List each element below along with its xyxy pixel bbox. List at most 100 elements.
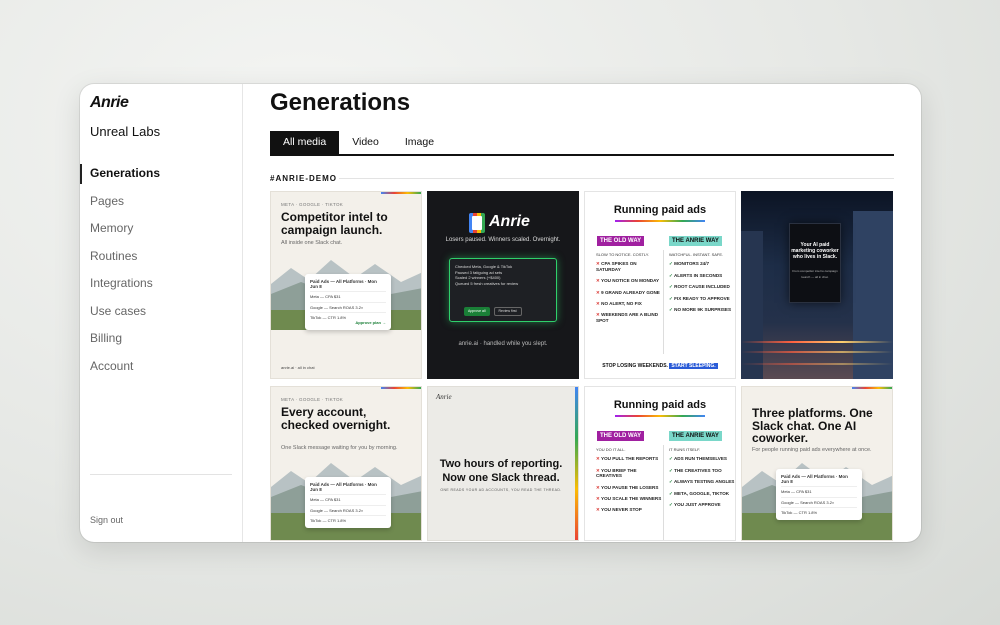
generation-card[interactable]: Running paid ads THE OLD WAY THE ANRIE W… <box>584 386 736 541</box>
list-item: ADS RUN THEMSELVES <box>669 456 735 461</box>
tab-all-media[interactable]: All media <box>270 131 340 154</box>
slack-line: Queued 5 fresh creatives for review <box>455 280 519 286</box>
building-image <box>741 231 763 379</box>
card-tagline: Losers paused. Winners scaled. Overnight… <box>445 237 561 243</box>
media-tabs: All media Video Image <box>270 131 894 156</box>
anrie-way-list: IT RUNS ITSELF. ADS RUN THEMSELVES THE C… <box>669 447 735 513</box>
generation-card[interactable]: Three platforms. One Slack chat. One AI … <box>741 386 893 541</box>
building-image <box>853 211 893 379</box>
card-subtext: For people running paid ads everywhere a… <box>752 447 872 453</box>
slack-message-preview: Checked Meta, Google & TikTok Paused 3 f… <box>449 258 557 322</box>
slack-row: TikTok — CTR 1.8% <box>781 509 818 515</box>
list-item: FIX READY TO APPROVE <box>669 296 735 301</box>
slack-row: Google — Search ROAS 3.2× <box>781 499 835 505</box>
list-item: NO MORE 9K SURPRISES <box>669 307 735 312</box>
list-item: WEEKENDS ARE A BLIND SPOT <box>596 312 662 323</box>
slack-row: TikTok — CTR 1.8% <box>310 517 347 523</box>
org-name: Unreal Labs <box>90 124 161 139</box>
generation-card[interactable]: Your AI paid marketing coworker who live… <box>741 191 893 379</box>
card-subtext: One Slack message waiting for you by mor… <box>281 445 398 451</box>
list-item: YOU BRIEF THE CREATIVES <box>596 468 662 479</box>
old-way-list: SLOW TO NOTICE. COSTLY. CPA SPIKES ON SA… <box>596 252 662 329</box>
billboard-image: Your AI paid marketing coworker who live… <box>789 223 841 303</box>
brand-stripe <box>381 192 421 194</box>
generation-card[interactable]: META · GOOGLE · TIKTOK Competitor intel … <box>270 191 422 379</box>
card-headline: Three platforms. One Slack chat. One AI … <box>752 406 873 445</box>
tab-video[interactable]: Video <box>339 131 392 154</box>
anrie-way-badge: THE ANRIE WAY <box>669 431 722 441</box>
brand-stripe <box>381 387 421 389</box>
generation-card[interactable]: Running paid ads THE OLD WAY THE ANRIE W… <box>584 191 736 379</box>
sign-out-link[interactable]: Sign out <box>90 515 123 525</box>
app-window: Anrie Unreal Labs Generations Pages Memo… <box>80 84 921 542</box>
list-item: YOU NEVER STOP <box>596 507 662 512</box>
billboard-subtext: From competitor intel to campaign launch… <box>792 269 838 279</box>
list-item: YOU PULL THE REPORTS <box>596 456 662 461</box>
sidebar-nav: Generations Pages Memory Routines Integr… <box>80 160 243 380</box>
list-item: META, GOOGLE, TIKTOK <box>669 491 735 496</box>
approve-all-label: Approve all <box>464 306 490 316</box>
old-way-badge: THE OLD WAY <box>597 236 645 246</box>
page-title: Generations <box>270 89 411 116</box>
anrie-logo-icon <box>469 213 485 233</box>
tab-image[interactable]: Image <box>392 131 447 154</box>
app-logo[interactable]: Anrie <box>90 94 129 112</box>
gradient-bar <box>615 220 705 222</box>
list-item: YOU NOTICE ON MONDAY <box>596 278 662 283</box>
card-headline: Every account, checked overnight. <box>281 405 391 432</box>
slack-row: Meta — CPA $31 <box>310 294 341 300</box>
sidebar-item-account[interactable]: Account <box>80 353 243 381</box>
column-heading: WATCHFUL. INSTANT. SAFE. <box>669 252 724 257</box>
sidebar: Anrie Unreal Labs Generations Pages Memo… <box>80 84 243 542</box>
list-item: YOU JUST APPROVE <box>669 502 735 507</box>
brand-stripe <box>852 387 892 389</box>
slack-row: Google — Search ROAS 3.2× <box>310 507 364 513</box>
slack-message-preview: Paid Ads — All Platforms · Mon Jun 8 Met… <box>305 477 391 529</box>
light-streak <box>741 351 893 353</box>
sidebar-item-generations[interactable]: Generations <box>80 160 243 188</box>
slack-row: Google — Search ROAS 3.2× <box>310 304 364 310</box>
sidebar-item-use-cases[interactable]: Use cases <box>80 298 243 326</box>
slack-title: Paid Ads — All Platforms · Mon Jun 8 <box>310 482 377 493</box>
sidebar-item-billing[interactable]: Billing <box>80 325 243 353</box>
generation-card[interactable]: Anrie Two hours of reporting. Now one Sl… <box>427 386 579 541</box>
billboard-text: Your AI paid marketing coworker who live… <box>791 242 839 260</box>
list-item: THE CREATIVES TOO <box>669 468 735 473</box>
sidebar-item-integrations[interactable]: Integrations <box>80 270 243 298</box>
old-way-list: YOU DO IT ALL. YOU PULL THE REPORTS YOU … <box>596 447 662 519</box>
card-title: Running paid ads <box>613 399 707 411</box>
list-item: ALWAYS TESTING ANGLES <box>669 479 735 484</box>
card-subtext: All inside one Slack chat. <box>281 240 343 246</box>
generation-card[interactable]: Anrie Losers paused. Winners scaled. Ove… <box>427 191 579 379</box>
card-footer: anrie.ai · all in chat <box>281 365 315 370</box>
slack-row: Meta — CPA $31 <box>781 489 812 495</box>
list-item: CPA SPIKES ON SATURDAY <box>596 261 662 272</box>
list-item: 9 GRAND ALREADY GONE <box>596 290 662 295</box>
list-item: ROOT CAUSE INCLUDED <box>669 284 735 289</box>
card-kicker: META · GOOGLE · TIKTOK <box>281 202 344 207</box>
sidebar-item-pages[interactable]: Pages <box>80 188 243 216</box>
generation-card[interactable]: META · GOOGLE · TIKTOK Every account, ch… <box>270 386 422 541</box>
sidebar-item-memory[interactable]: Memory <box>80 215 243 243</box>
sidebar-item-routines[interactable]: Routines <box>80 243 243 271</box>
slack-row: Meta — CPA $31 <box>310 497 341 503</box>
gradient-bar <box>575 387 578 540</box>
anrie-way-list: WATCHFUL. INSTANT. SAFE. MONITORS 24/7 A… <box>669 252 735 318</box>
light-streak <box>741 341 893 343</box>
slack-title: Paid Ads — All Platforms · Mon Jun 8 <box>781 474 848 485</box>
list-item: YOU PAUSE THE LOSERS <box>596 485 662 490</box>
card-footer: anrie.ai · handled while you slept. <box>458 341 548 347</box>
section-divider <box>339 178 894 179</box>
review-first-label: Review first <box>493 306 522 316</box>
brand-logo: Anrie <box>436 393 452 401</box>
list-item: YOU SCALE THE WINNERS <box>596 496 662 501</box>
card-subtext: ONE READS YOUR AD ACCOUNTS, YOU READ THE… <box>440 488 562 492</box>
list-item: NO ALERT, NO FIX <box>596 301 662 306</box>
column-heading: YOU DO IT ALL. <box>596 447 626 452</box>
sidebar-divider <box>90 474 232 475</box>
slack-message-preview: Paid Ads — All Platforms · Mon Jun 8 Met… <box>305 274 391 331</box>
card-footer: STOP LOSING WEEKENDS. START SLEEPING. <box>585 363 735 369</box>
anrie-way-badge: THE ANRIE WAY <box>669 236 722 246</box>
column-heading: IT RUNS ITSELF. <box>669 447 701 452</box>
card-title: Running paid ads <box>613 204 707 216</box>
